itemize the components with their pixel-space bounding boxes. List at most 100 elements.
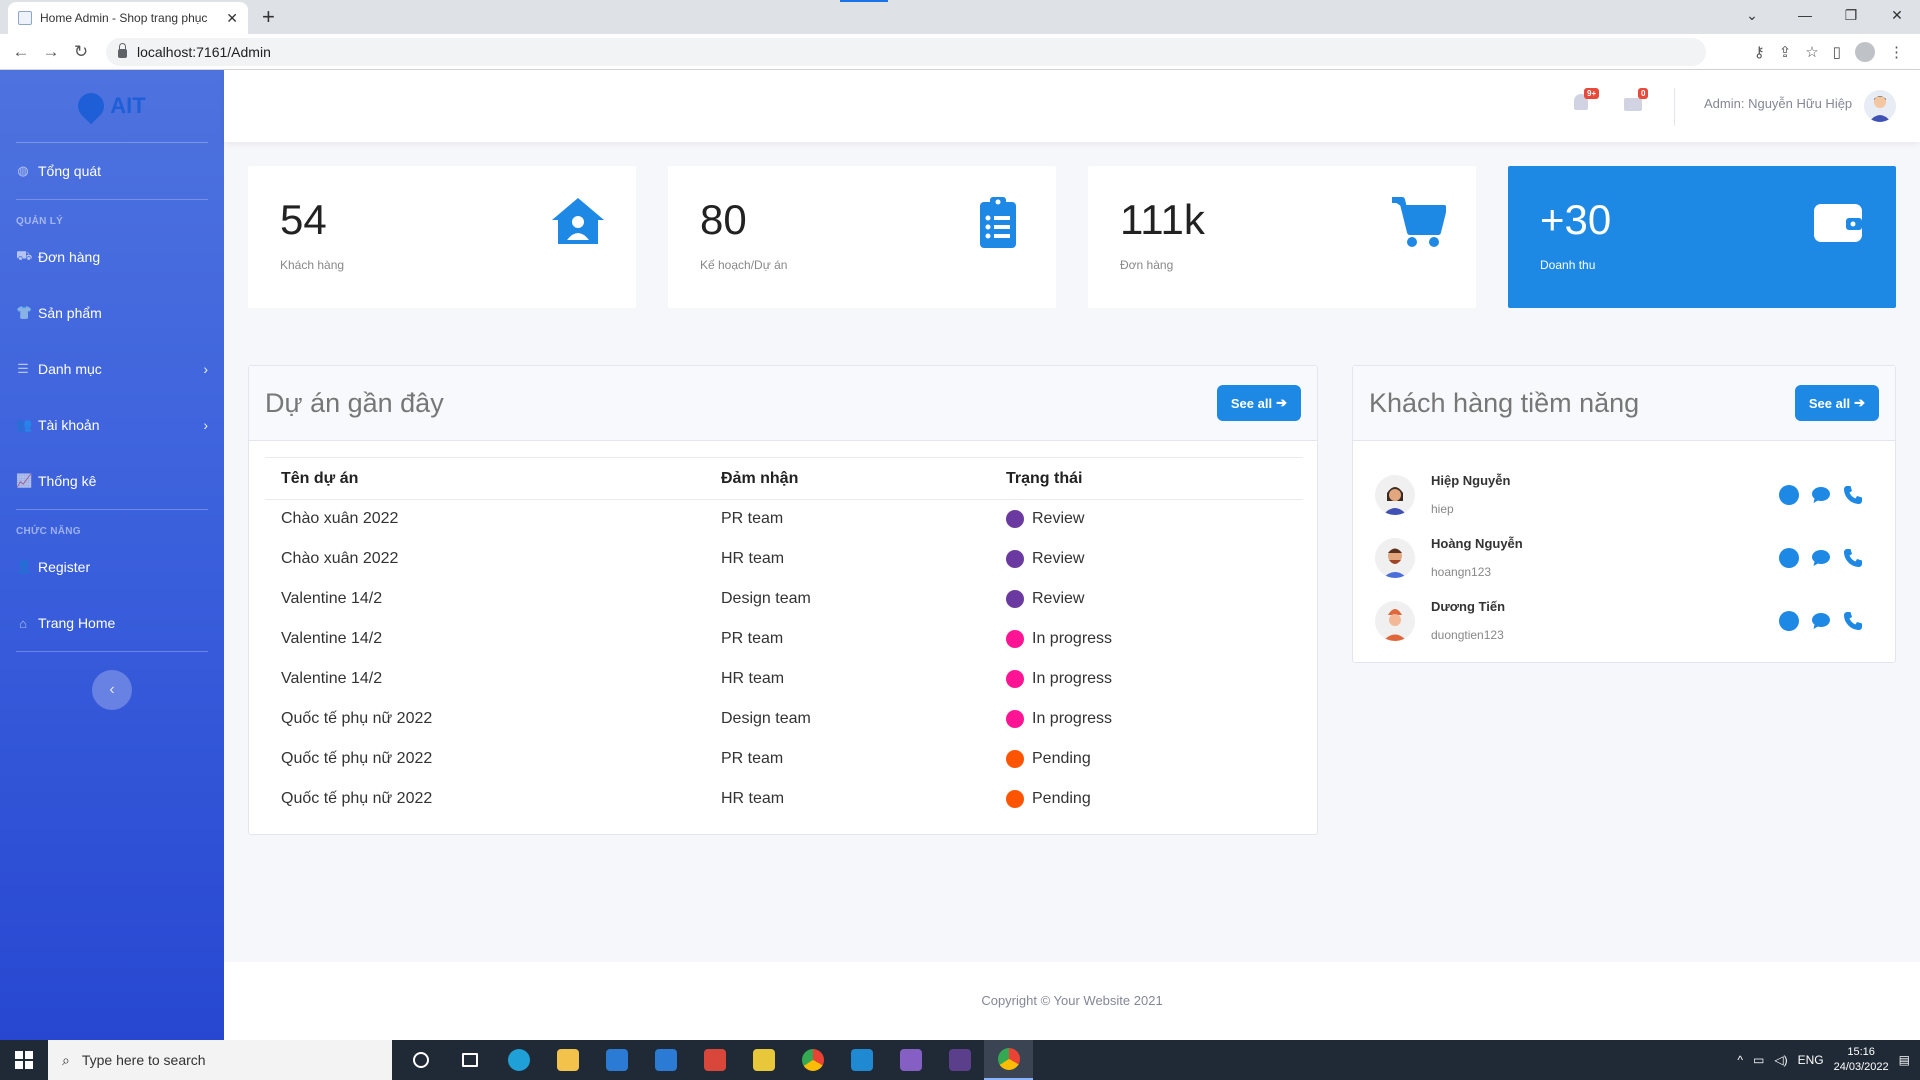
forward-icon[interactable]: →	[36, 42, 66, 62]
stat-label: Doanh thu	[1540, 258, 1596, 272]
shirt-icon: 👕	[16, 305, 33, 320]
new-tab-icon[interactable]: +	[262, 4, 275, 30]
status-dot	[1006, 710, 1024, 728]
potential-customers-panel: Khách hàng tiềm năng See all ➔ Hiệp Nguy…	[1352, 365, 1896, 663]
brand-logo[interactable]: AIT	[0, 70, 224, 142]
table-row: Valentine 14/2 HR team In progress	[265, 660, 1303, 700]
volume-icon[interactable]: ◁)	[1774, 1053, 1787, 1067]
project-name: Quốc tế phụ nữ 2022	[281, 750, 433, 767]
cortana-icon[interactable]	[396, 1040, 445, 1080]
status-circle-icon[interactable]	[1779, 610, 1799, 631]
back-icon[interactable]: ←	[6, 42, 36, 62]
mail-icon[interactable]	[641, 1040, 690, 1080]
chat-icon[interactable]	[1811, 486, 1831, 504]
recent-projects-panel: Dự án gần đây See all ➔ Tên dự án Đảm nh…	[248, 365, 1318, 835]
envelope-icon[interactable]	[1624, 98, 1642, 111]
menu-kebab-icon[interactable]: ⋮	[1889, 43, 1904, 61]
profile-icon[interactable]	[1855, 41, 1875, 62]
status-circle-icon[interactable]	[1779, 547, 1799, 568]
tray-chevron-icon[interactable]: ^	[1737, 1053, 1743, 1067]
project-status: Review	[990, 580, 1303, 620]
close-window-icon[interactable]: ✕	[1874, 0, 1920, 30]
project-name: Quốc tế phụ nữ 2022	[281, 790, 433, 807]
loading-indicator	[840, 0, 888, 2]
address-field[interactable]: localhost:7161/Admin	[106, 37, 1706, 66]
arrow-right-icon: ➔	[1276, 395, 1287, 410]
windows-start-icon[interactable]	[0, 1040, 48, 1080]
bookmark-star-icon[interactable]: ☆	[1805, 43, 1818, 61]
lock-icon	[118, 43, 127, 58]
sidebar-item-categories[interactable]: ☰ Danh mục ›	[0, 341, 224, 397]
status-label: Review	[1032, 510, 1085, 528]
customer-username: hoangn123	[1431, 565, 1492, 579]
key-icon[interactable]: ⚷	[1754, 43, 1765, 61]
avatar	[1375, 474, 1415, 515]
stat-value: 54	[280, 196, 327, 243]
customer-name: Dương Tiến	[1431, 599, 1506, 614]
phone-icon[interactable]	[1843, 548, 1863, 568]
browser-tab[interactable]: Home Admin - Shop trang phục ✕	[8, 2, 248, 34]
project-name: Valentine 14/2	[281, 630, 383, 647]
store-icon[interactable]	[592, 1040, 641, 1080]
table-row: Quốc tế phụ nữ 2022 HR team Pending	[265, 780, 1303, 820]
status-circle-icon[interactable]	[1779, 484, 1799, 505]
chat-icon[interactable]	[1811, 612, 1831, 630]
project-status: Pending	[990, 740, 1303, 780]
user-name[interactable]: Admin: Nguyễn Hữu Hiệp	[1704, 96, 1852, 111]
see-all-button[interactable]: See all ➔	[1794, 385, 1879, 421]
status-dot	[1006, 790, 1024, 808]
sidebar-toggle-button[interactable]: ‹	[92, 670, 132, 710]
see-all-button[interactable]: See all ➔	[1216, 385, 1301, 421]
column-header: Đảm nhận	[705, 457, 990, 500]
clock[interactable]: 15:16 24/03/2022	[1834, 1045, 1889, 1075]
chrome-icon[interactable]	[788, 1040, 837, 1080]
taskbar-search-input[interactable]: ⌕ Type here to search	[48, 1040, 392, 1080]
sidebar-item-label: Tài khoản	[38, 417, 100, 433]
stat-value: 80	[700, 196, 747, 243]
reload-icon[interactable]: ↻	[66, 42, 96, 62]
project-status: In progress	[990, 700, 1303, 740]
list-item: Hiệp Nguyễn hiep	[1353, 463, 1895, 526]
status-dot	[1006, 590, 1024, 608]
chrome-active-icon[interactable]	[984, 1040, 1033, 1080]
sidebar-item-label: Danh mục	[38, 361, 102, 377]
sidebar-item-orders[interactable]: ⛟ Đơn hàng	[0, 229, 224, 285]
app-icon[interactable]	[690, 1040, 739, 1080]
sidebar-item-overview[interactable]: ◍ Tổng quát	[0, 143, 224, 199]
sidebar-item-stats[interactable]: 📈 Thống kê	[0, 453, 224, 509]
search-icon: ⌕	[62, 1051, 70, 1068]
sidebar-heading-functions: CHỨC NĂNG	[16, 526, 81, 537]
share-icon[interactable]: ⇪	[1779, 43, 1792, 61]
status-dot	[1006, 510, 1024, 529]
language-indicator[interactable]: ENG	[1798, 1053, 1824, 1067]
visual-studio-icon[interactable]	[886, 1040, 935, 1080]
phone-icon[interactable]	[1843, 611, 1863, 631]
edge-icon[interactable]	[494, 1040, 543, 1080]
tab-search-icon[interactable]: ⌄	[1722, 0, 1782, 30]
topbar: 9+ 0 Admin: Nguyễn Hữu Hiệp	[224, 70, 1920, 142]
minimize-icon[interactable]: —	[1782, 0, 1828, 30]
chat-icon[interactable]	[1811, 549, 1831, 567]
phone-icon[interactable]	[1843, 485, 1863, 505]
side-panel-icon[interactable]: ▯	[1833, 43, 1841, 61]
file-explorer-icon[interactable]	[543, 1040, 592, 1080]
close-tab-icon[interactable]: ✕	[226, 10, 238, 27]
terminal-icon[interactable]	[935, 1040, 984, 1080]
sidebar-item-register[interactable]: 👤 Register	[0, 539, 224, 595]
notifications-icon[interactable]: ▤	[1899, 1053, 1910, 1067]
avatar[interactable]	[1864, 90, 1896, 122]
sidebar-item-products[interactable]: 👕 Sản phẩm	[0, 285, 224, 341]
restore-icon[interactable]: ❐	[1828, 0, 1874, 30]
project-status: In progress	[990, 620, 1303, 660]
network-icon[interactable]: ▭	[1753, 1053, 1764, 1067]
vscode-icon[interactable]	[837, 1040, 886, 1080]
project-name: Chào xuân 2022	[281, 550, 399, 567]
project-team: HR team	[721, 790, 785, 807]
task-view-icon[interactable]	[445, 1040, 494, 1080]
sidebar-item-accounts[interactable]: 👥 Tài khoản ›	[0, 397, 224, 453]
sticky-app-icon[interactable]	[739, 1040, 788, 1080]
chevron-right-icon: ›	[203, 361, 208, 377]
taskbar: ⌕ Type here to search ^ ▭ ◁) ENG 15:16 2…	[0, 1040, 1920, 1080]
column-header: Trạng thái	[990, 457, 1303, 500]
sidebar-item-home[interactable]: ⌂ Trang Home	[0, 595, 224, 651]
